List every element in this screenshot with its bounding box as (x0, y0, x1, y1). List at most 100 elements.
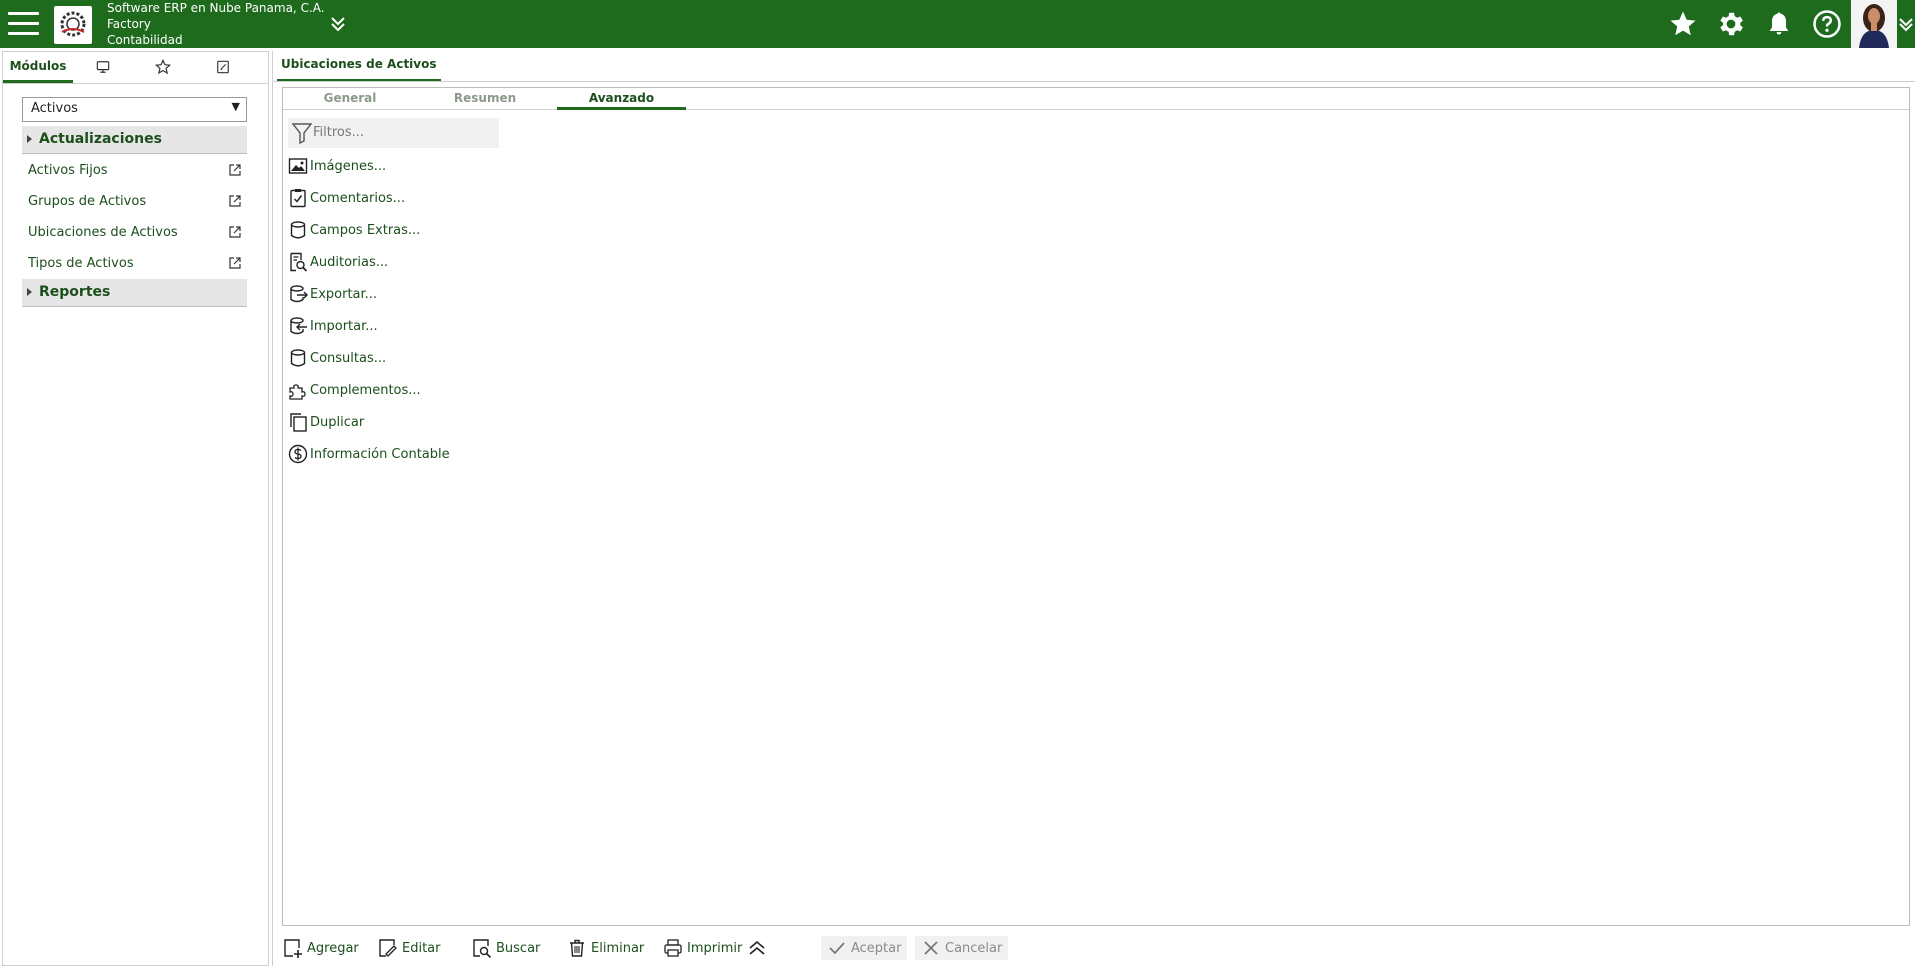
action-campos-extras[interactable]: Campos Extras... (288, 218, 420, 242)
monitor-icon[interactable] (73, 51, 133, 83)
action-label: Complementos... (310, 382, 421, 398)
search-button[interactable]: Buscar (472, 936, 540, 960)
company-logo[interactable] (54, 6, 92, 44)
chevron-double-down-icon[interactable] (327, 13, 349, 35)
external-link-icon[interactable] (228, 225, 242, 239)
sidebar-item-label: Tipos de Activos (28, 256, 134, 271)
company-info[interactable]: Software ERP en Nube Panama, C.A. Factor… (107, 0, 325, 48)
star-icon[interactable] (1659, 0, 1707, 48)
sidebar-tabs: Módulos (3, 52, 268, 84)
clipboard-check-icon (290, 189, 306, 208)
action-exportar[interactable]: Exportar... (288, 282, 377, 306)
section-reportes[interactable]: Reportes (22, 279, 247, 307)
cancel-label: Cancelar (945, 940, 1003, 956)
action-complementos[interactable]: Complementos... (288, 378, 421, 402)
action-label: Comentarios... (310, 190, 406, 206)
menu-icon[interactable] (8, 12, 39, 36)
subtabs: General Resumen Avanzado (283, 88, 1909, 110)
action-informacion-contable[interactable]: Información Contable (288, 442, 450, 466)
action-comentarios[interactable]: Comentarios... (288, 186, 405, 210)
bottom-toolbar: Agregar Editar Buscar Eliminar Imprimir … (273, 928, 1915, 966)
filter-placeholder: Filtros... (313, 125, 365, 140)
edit-button[interactable]: Editar (378, 936, 441, 960)
cancel-button[interactable]: Cancelar (915, 936, 1009, 960)
divider (273, 81, 1915, 82)
action-duplicar[interactable]: Duplicar (288, 410, 364, 434)
trash-icon (570, 939, 584, 957)
add-label: Agregar (307, 940, 359, 956)
tab-modulos[interactable]: Módulos (3, 51, 73, 83)
external-link-icon[interactable] (228, 256, 242, 270)
section-label: Actualizaciones (39, 131, 162, 147)
tab-resumen[interactable]: Resumen (417, 88, 553, 110)
tab-ubicaciones-de-activos[interactable]: Ubicaciones de Activos (277, 51, 441, 82)
external-link-icon[interactable] (228, 163, 242, 177)
action-label: Auditorias... (310, 254, 389, 270)
help-icon[interactable] (1803, 0, 1851, 48)
database-icon (290, 221, 306, 239)
copy-icon (290, 413, 307, 432)
delete-button[interactable]: Eliminar (567, 936, 644, 960)
action-label: Información Contable (310, 446, 450, 462)
collapse-button[interactable] (747, 936, 771, 960)
action-label: Imágenes... (310, 158, 387, 174)
puzzle-icon (289, 384, 306, 400)
document-search-icon (290, 252, 308, 272)
sidebar-item-activos-fijos[interactable]: Activos Fijos (28, 158, 247, 184)
edit-label: Editar (402, 940, 441, 956)
section-actualizaciones[interactable]: Actualizaciones (22, 126, 247, 154)
action-importar[interactable]: Importar... (288, 314, 378, 338)
section-label: Reportes (39, 284, 111, 300)
bell-icon[interactable] (1755, 0, 1803, 48)
tab-general[interactable]: General (283, 88, 417, 110)
filter-icon (292, 123, 312, 144)
gear-icon[interactable] (1707, 0, 1755, 48)
action-label: Consultas... (310, 350, 387, 366)
notepad-icon[interactable] (193, 51, 253, 83)
print-button[interactable]: Imprimir (663, 936, 742, 960)
accept-button[interactable]: Aceptar (821, 936, 908, 960)
accept-label: Aceptar (851, 940, 902, 956)
action-label: Duplicar (310, 414, 365, 430)
chevron-double-up-icon (749, 940, 765, 955)
filter-field[interactable]: Filtros... (288, 118, 499, 148)
database-icon (290, 349, 306, 367)
star-outline-icon[interactable] (133, 51, 193, 83)
delete-label: Eliminar (591, 940, 645, 956)
dollar-circle-icon (288, 444, 308, 464)
chevron-down-icon[interactable] (1897, 0, 1915, 48)
search-label: Buscar (496, 940, 541, 956)
action-auditorias[interactable]: Auditorias... (288, 250, 388, 274)
sidebar: Módulos Activos ▼ Actualizaciones Activo… (2, 51, 269, 966)
add-document-icon (284, 939, 302, 958)
database-export-icon (290, 285, 308, 303)
action-label: Exportar... (310, 286, 378, 302)
module-select-value: Activos (31, 101, 78, 116)
action-label: Importar... (310, 318, 378, 334)
main-panel: Ubicaciones de Activos General Resumen A… (272, 51, 1915, 966)
database-import-icon (290, 317, 307, 335)
module-select[interactable]: Activos ▼ (22, 97, 247, 122)
tab-avanzado[interactable]: Avanzado (557, 88, 686, 110)
sidebar-item-label: Grupos de Activos (28, 194, 147, 209)
sidebar-item-label: Activos Fijos (28, 163, 108, 178)
top-bar: Software ERP en Nube Panama, C.A. Factor… (0, 0, 1915, 48)
sidebar-item-tipos-de-activos[interactable]: Tipos de Activos (28, 251, 247, 277)
branch-name: Factory (107, 17, 151, 31)
printer-icon (664, 939, 682, 957)
search-document-icon (473, 939, 492, 958)
avatar[interactable] (1851, 0, 1897, 48)
sidebar-item-grupos-de-activos[interactable]: Grupos de Activos (28, 189, 247, 215)
print-label: Imprimir (687, 940, 743, 956)
action-imagenes[interactable]: Imágenes... (288, 154, 386, 178)
action-consultas[interactable]: Consultas... (288, 346, 386, 370)
sidebar-item-label: Ubicaciones de Activos (28, 225, 178, 240)
caret-right-icon (27, 288, 32, 296)
company-name: Software ERP en Nube Panama, C.A. (107, 1, 325, 15)
sidebar-item-ubicaciones-de-activos[interactable]: Ubicaciones de Activos (28, 220, 247, 246)
caret-right-icon (27, 135, 32, 143)
edit-document-icon (379, 939, 397, 957)
dropdown-arrow-icon: ▼ (231, 100, 240, 113)
add-button[interactable]: Agregar (283, 936, 359, 960)
external-link-icon[interactable] (228, 194, 242, 208)
